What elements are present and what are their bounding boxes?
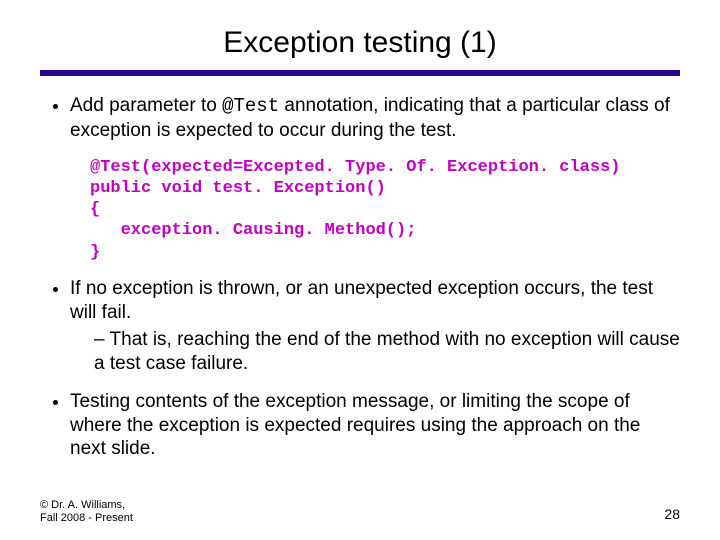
bullet-2: If no exception is thrown, or an unexpec…: [70, 277, 680, 376]
bullet-2-sub: That is, reaching the end of the method …: [94, 328, 680, 376]
footer-date: Fall 2008 - Present: [40, 512, 133, 526]
bullet-list-2: If no exception is thrown, or an unexpec…: [40, 277, 680, 461]
bullet-1: Add parameter to @Test annotation, indic…: [70, 94, 680, 143]
page-number: 28: [664, 506, 680, 522]
bullet-2-sub-text: That is, reaching the end of the method …: [94, 329, 680, 374]
bullet-list: Add parameter to @Test annotation, indic…: [40, 94, 680, 143]
bullet-3: Testing contents of the exception messag…: [70, 390, 680, 461]
inline-code-test: @Test: [222, 95, 279, 117]
bullet-3-text: Testing contents of the exception messag…: [70, 391, 640, 460]
code-block: @Test(expected=Excepted. Type. Of. Excep…: [90, 157, 680, 263]
title-underline: [40, 70, 680, 76]
sub-bullet-list: That is, reaching the end of the method …: [70, 328, 680, 376]
bullet-2-text: If no exception is thrown, or an unexpec…: [70, 278, 653, 323]
slide: Exception testing (1) Add parameter to @…: [0, 0, 720, 540]
footer-copyright: © Dr. A. Williams,: [40, 499, 133, 513]
footer-left: © Dr. A. Williams, Fall 2008 - Present: [40, 499, 133, 527]
bullet-1-text-pre: Add parameter to: [70, 95, 222, 116]
slide-title: Exception testing (1): [40, 26, 680, 60]
